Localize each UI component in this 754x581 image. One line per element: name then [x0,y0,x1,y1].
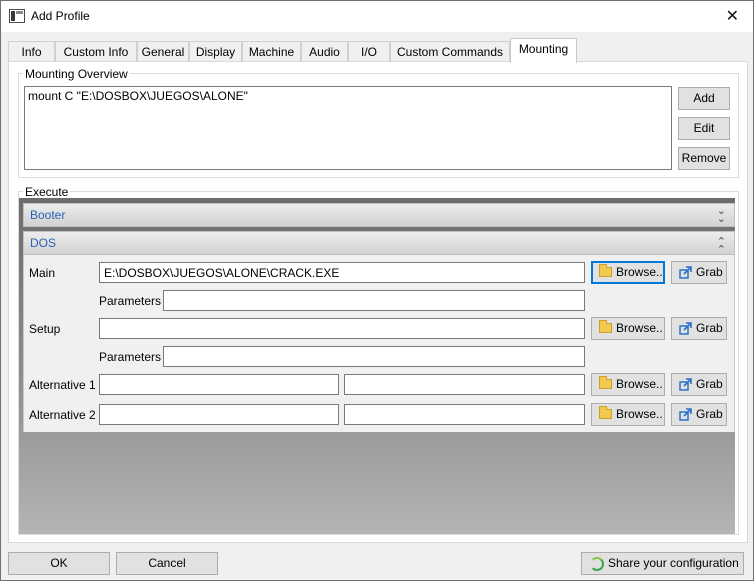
edit-mount-button[interactable]: Edit [678,117,730,140]
tab-audio[interactable]: Audio [301,41,348,62]
main-label: Main [29,266,56,280]
alternative-1-label: Alternative 1 [29,378,96,392]
tab-custom-commands[interactable]: Custom Commands [390,41,510,62]
main-browse-button[interactable]: Browse.. [591,261,665,284]
remove-mount-button[interactable]: Remove [678,147,730,170]
setup-exe-input[interactable] [99,318,585,339]
app-window-icon [9,9,25,23]
title-bar: Add Profile ✕ [1,1,753,32]
mount-list[interactable]: mount C "E:\DOSBOX\JUEGOS\ALONE" [24,86,672,170]
alternative-2-exe-input[interactable] [99,404,339,425]
setup-label: Setup [29,322,61,336]
add-mount-button[interactable]: Add [678,87,730,110]
booter-section-header[interactable]: Booter ⌄ ⌄ [23,203,735,227]
alternative-1-exe-input[interactable] [99,374,339,395]
grab-arrow-icon [679,322,692,335]
grab-label: Grab [696,321,723,335]
alternative-2-grab-button[interactable]: Grab [671,403,727,426]
grab-label: Grab [696,377,723,391]
chevron-double-down-icon: ⌄ ⌄ [716,205,726,225]
tab-machine[interactable]: Machine [242,41,301,62]
main-parameters-label: Parameters [99,294,162,308]
grab-arrow-icon [679,408,692,421]
chevron-double-up-icon: ⌃ ⌃ [716,236,726,256]
alternative-2-parameters-input[interactable] [344,404,585,425]
alternative-2-label: Alternative 2 [29,408,96,422]
ok-button[interactable]: OK [8,552,110,575]
tab-display[interactable]: Display [189,41,242,62]
folder-icon [599,376,612,389]
alternative-1-parameters-input[interactable] [344,374,585,395]
main-exe-input[interactable] [99,262,585,283]
setup-parameters-input[interactable] [163,346,585,367]
alternative-1-grab-button[interactable]: Grab [671,373,727,396]
browse-label: Browse.. [616,321,663,335]
setup-browse-button[interactable]: Browse.. [591,317,665,340]
share-label: Share your configuration [608,556,739,570]
setup-grab-button[interactable]: Grab [671,317,727,340]
alternative-1-browse-button[interactable]: Browse.. [591,373,665,396]
mounting-overview-label: Mounting Overview [23,67,130,81]
alternative-2-browse-button[interactable]: Browse.. [591,403,665,426]
browse-label: Browse.. [616,377,663,391]
folder-icon [599,320,612,333]
browse-label: Browse.. [616,265,663,279]
booter-label: Booter [30,208,66,222]
dos-section-header[interactable]: DOS ⌃ ⌃ [23,231,735,256]
tab-info[interactable]: Info [8,41,55,62]
grab-arrow-icon [679,266,692,279]
close-icon[interactable]: ✕ [726,6,739,26]
dos-label: DOS [30,236,57,250]
window-title: Add Profile [31,9,90,23]
add-profile-dialog: Add Profile ✕ Info Custom Info General D… [0,0,754,581]
tab-io[interactable]: I/O [348,41,390,62]
grab-label: Grab [696,407,723,421]
cancel-button[interactable]: Cancel [116,552,218,575]
main-parameters-input[interactable] [163,290,585,311]
refresh-share-icon [590,557,604,571]
folder-icon [599,264,612,277]
main-grab-button[interactable]: Grab [671,261,727,284]
folder-icon [599,406,612,419]
tab-custom-info[interactable]: Custom Info [55,41,137,62]
execute-label: Execute [23,185,71,199]
setup-parameters-label: Parameters [99,350,162,364]
mount-entry[interactable]: mount C "E:\DOSBOX\JUEGOS\ALONE" [28,89,668,103]
grab-label: Grab [696,265,723,279]
browse-label: Browse.. [616,407,663,421]
grab-arrow-icon [679,378,692,391]
tab-general[interactable]: General [137,41,189,62]
tab-mounting[interactable]: Mounting [510,38,577,63]
share-configuration-button[interactable]: Share your configuration [581,552,744,575]
